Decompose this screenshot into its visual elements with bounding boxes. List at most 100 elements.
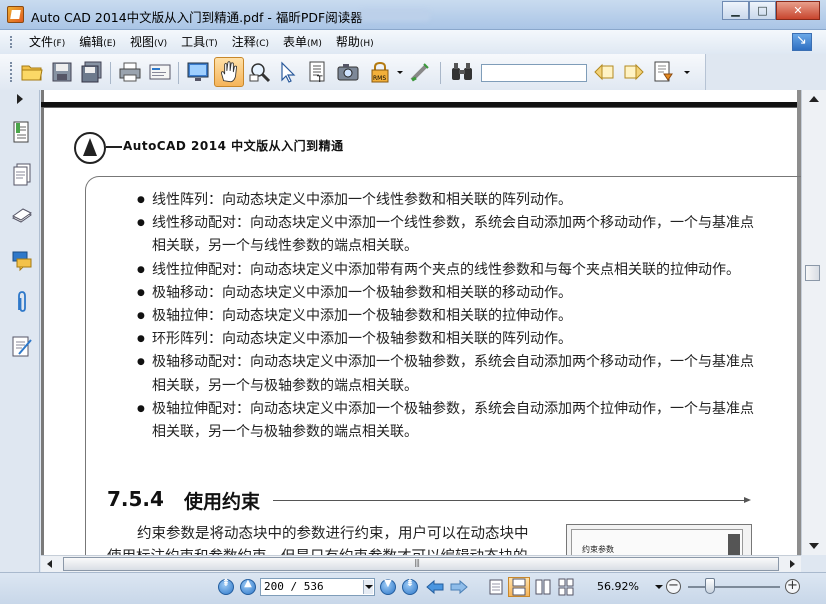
open-folder-icon[interactable] xyxy=(20,60,44,84)
fullscreen-icon[interactable] xyxy=(186,60,210,84)
next-page-icon: ▼ xyxy=(384,578,392,589)
continuous-view-button[interactable] xyxy=(508,577,530,597)
print-icon[interactable] xyxy=(118,60,142,84)
close-button[interactable]: ✕ xyxy=(776,1,820,20)
toolbar-grip[interactable] xyxy=(10,62,12,82)
bookmarks-icon[interactable] xyxy=(11,120,33,144)
zoom-tool-icon[interactable] xyxy=(248,60,272,84)
rms-label: RMS xyxy=(373,75,386,82)
rms-dropdown-icon[interactable] xyxy=(397,71,403,74)
menu-comment-accel: (C) xyxy=(255,39,270,49)
binoculars-icon[interactable] xyxy=(450,60,474,84)
attachments-icon[interactable] xyxy=(11,290,33,314)
menu-comment[interactable]: 注释(C) xyxy=(225,34,276,52)
page-number-field[interactable]: 200 / 536 xyxy=(260,578,375,596)
scroll-right-icon[interactable] xyxy=(790,560,795,568)
find-next-icon[interactable] xyxy=(622,60,646,84)
vertical-scrollbar[interactable] xyxy=(801,90,826,555)
vertical-scroll-thumb[interactable] xyxy=(805,265,820,281)
list-item: 线性移动配对：向动态块定义中添加一个线性参数，系统会自动添加两个移动动作，一个与… xyxy=(137,212,757,258)
zoom-out-button[interactable]: − xyxy=(666,579,681,594)
menu-comment-label: 注释 xyxy=(231,35,256,49)
scroll-up-icon[interactable] xyxy=(809,96,819,102)
scroll-down-icon[interactable] xyxy=(809,543,819,549)
signatures-icon[interactable] xyxy=(11,334,33,358)
continuous-view-icon xyxy=(512,578,526,596)
single-page-view-icon[interactable] xyxy=(488,578,504,596)
continuous-facing-view-icon[interactable] xyxy=(558,578,574,596)
horizontal-scroll-thumb[interactable] xyxy=(63,557,779,571)
save-icon[interactable] xyxy=(50,60,74,84)
menu-help-label: 帮助 xyxy=(335,35,360,49)
highlight-dropdown-icon[interactable] xyxy=(684,71,690,74)
menu-edit-label: 编辑 xyxy=(79,35,104,49)
section-arrow-rule xyxy=(273,497,751,503)
foxit-app-icon xyxy=(7,6,24,23)
rms-lock-icon[interactable]: RMS xyxy=(368,60,392,84)
horizontal-scrollbar[interactable] xyxy=(41,555,801,572)
go-forward-icon[interactable] xyxy=(450,579,468,595)
zoom-slider-thumb[interactable] xyxy=(705,578,715,594)
typewriter-icon[interactable] xyxy=(408,60,432,84)
hand-tool-button[interactable] xyxy=(214,57,244,87)
zoom-dropdown-icon[interactable] xyxy=(655,585,663,589)
text-select-icon[interactable]: T xyxy=(306,60,330,84)
first-page-icon: ⇞ xyxy=(221,578,231,589)
facing-view-icon[interactable] xyxy=(535,578,551,596)
menu-form-label: 表单 xyxy=(283,35,308,49)
menu-view[interactable]: 视图(V) xyxy=(123,34,174,52)
search-input[interactable] xyxy=(481,64,587,82)
title-bar: Auto CAD 2014中文版从入门到精通.pdf - 福昕PDF阅读器 ▁ … xyxy=(0,0,826,30)
expand-panel-icon[interactable] xyxy=(17,94,23,104)
section-heading: 使用约束 xyxy=(184,491,261,513)
save-as-icon[interactable] xyxy=(80,60,104,84)
header-connector xyxy=(106,146,122,148)
figure-label: 约束参数 xyxy=(582,545,614,554)
last-page-icon: ⇟ xyxy=(405,578,415,589)
menu-form[interactable]: 表单(M) xyxy=(276,34,329,52)
list-item: 极轴移动配对：向动态块定义中添加一个极轴参数，系统会自动添加两个移动动作，一个与… xyxy=(137,351,757,397)
maximize-button[interactable]: □ xyxy=(749,1,776,20)
menu-view-label: 视图 xyxy=(129,35,154,49)
select-tool-icon[interactable] xyxy=(276,60,300,84)
menu-file-label: 文件 xyxy=(29,35,54,49)
status-bar: ⇞ ▲ 200 / 536 ▼ ⇟ 56.92% − + xyxy=(0,572,826,604)
next-page-button[interactable]: ▼ xyxy=(380,578,396,595)
menu-edit[interactable]: 编辑(E) xyxy=(72,34,123,52)
first-page-button[interactable]: ⇞ xyxy=(218,578,234,595)
list-item: 线性阵列：向动态块定义中添加一个线性参数和相关联的阵列动作。 xyxy=(137,189,757,212)
bullet-list: 线性阵列：向动态块定义中添加一个线性参数和相关联的阵列动作。 线性移动配对：向动… xyxy=(137,189,757,444)
zoom-level[interactable]: 56.92% xyxy=(597,580,639,593)
autocad-logo-icon xyxy=(74,132,106,164)
menu-file[interactable]: 文件(F) xyxy=(22,34,72,52)
menu-tools[interactable]: 工具(T) xyxy=(174,34,225,52)
zoom-slider-track[interactable] xyxy=(688,586,780,588)
menu-grip[interactable] xyxy=(10,36,12,48)
menu-form-accel: (M) xyxy=(307,39,322,49)
window-controls: ▁ □ ✕ xyxy=(722,1,820,20)
previous-page-icon: ▲ xyxy=(244,578,252,589)
menu-help[interactable]: 帮助(H) xyxy=(329,34,381,52)
comments-icon[interactable] xyxy=(11,248,33,272)
last-page-button[interactable]: ⇟ xyxy=(402,578,418,595)
menu-tools-label: 工具 xyxy=(181,35,206,49)
snapshot-icon[interactable] xyxy=(336,60,360,84)
layers-icon[interactable] xyxy=(11,204,33,228)
pages-icon[interactable] xyxy=(11,162,33,186)
find-prev-icon[interactable] xyxy=(592,60,616,84)
highlight-icon[interactable] xyxy=(652,60,676,84)
paragraph-line: 约束参数是将动态块中的参数进行约束，用户可以在动态块中 xyxy=(137,526,529,542)
zoom-in-button[interactable]: + xyxy=(785,579,800,594)
toolbar-separator xyxy=(110,62,111,84)
list-item: 极轴拉伸：向动态块定义中添加一个极轴参数和相关联的拉伸动作。 xyxy=(137,305,757,328)
properties-icon[interactable] xyxy=(148,60,172,84)
page-dropdown-icon[interactable] xyxy=(363,580,373,594)
previous-page-button[interactable]: ▲ xyxy=(240,578,256,595)
restore-document-button[interactable] xyxy=(792,33,812,51)
document-viewport[interactable]: AutoCAD 2014 中文版从入门到精通 线性阵列：向动态块定义中添加一个线… xyxy=(41,90,801,555)
page-running-header: AutoCAD 2014 中文版从入门到精通 xyxy=(123,139,344,153)
minimize-button[interactable]: ▁ xyxy=(722,1,749,20)
go-back-icon[interactable] xyxy=(426,579,444,595)
scroll-left-icon[interactable] xyxy=(47,560,52,568)
menu-help-accel: (H) xyxy=(359,39,374,49)
